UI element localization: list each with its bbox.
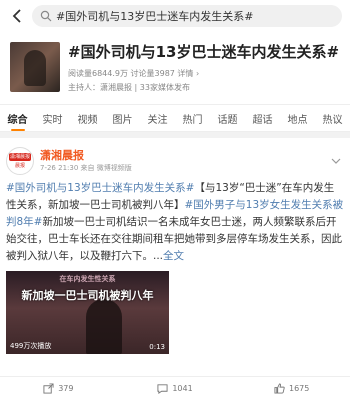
comment-button[interactable]: 1041 xyxy=(117,383,234,394)
avatar-logo-top: 潇湘晨报 xyxy=(9,153,31,161)
avatar[interactable]: 潇湘晨报 晨报 xyxy=(6,147,34,175)
hashtag-link[interactable]: #国外司机与13岁巴士迷车内发生关系# xyxy=(6,182,194,194)
author-name[interactable]: 潇湘晨报 xyxy=(40,149,328,163)
search-bar: #国外司机与13岁巴士迷车内发生关系# xyxy=(0,0,350,32)
tab-topics[interactable]: 话题 xyxy=(218,107,238,130)
topic-stats[interactable]: 阅读量6844.9万 讨论量3987 详情 › xyxy=(68,68,340,79)
comment-count: 1041 xyxy=(172,383,193,393)
tab-video[interactable]: 视频 xyxy=(78,107,98,130)
topic-thumbnail xyxy=(10,42,60,92)
tab-images[interactable]: 图片 xyxy=(113,107,133,130)
search-icon xyxy=(40,10,52,22)
tab-following[interactable]: 关注 xyxy=(148,107,168,130)
share-count: 379 xyxy=(58,383,74,393)
comment-icon xyxy=(157,383,168,394)
action-bar: 379 1041 1675 xyxy=(0,376,350,399)
video-top-text: 在车内发生性关系 xyxy=(59,275,116,283)
tab-bar: 综合 实时 视频 图片 关注 热门 话题 超话 地点 热议 xyxy=(0,104,350,132)
search-input[interactable]: #国外司机与13岁巴士迷车内发生关系# xyxy=(32,5,342,27)
avatar-logo-bottom: 晨报 xyxy=(14,163,25,169)
video-player[interactable]: 在车内发生性关系 新加坡一巴士司机被判八年 499万次播放 0:13 xyxy=(6,271,169,354)
tab-location[interactable]: 地点 xyxy=(288,107,308,130)
tab-hot[interactable]: 热门 xyxy=(183,107,203,130)
back-icon[interactable] xyxy=(8,7,26,25)
tab-comprehensive[interactable]: 综合 xyxy=(8,107,28,131)
like-button[interactable]: 1675 xyxy=(233,382,350,394)
tab-realtime[interactable]: 实时 xyxy=(43,107,63,130)
video-figure xyxy=(86,299,122,354)
post-meta: 7-26 21:30 来自 微博视频版 xyxy=(40,164,132,172)
thumbs-up-icon xyxy=(274,382,285,394)
search-query: #国外司机与13岁巴士迷车内发生关系# xyxy=(56,10,254,23)
topic-header: #国外司机与13岁巴士迷车内发生关系# 阅读量6844.9万 讨论量3987 详… xyxy=(0,32,350,104)
full-text-link[interactable]: 全文 xyxy=(163,250,184,262)
chevron-down-icon[interactable] xyxy=(328,155,344,167)
topic-title: #国外司机与13岁巴士迷车内发生关系# xyxy=(68,43,340,61)
topic-host: 主持人：潇湘晨报 | 33家媒体发布 xyxy=(68,83,190,92)
video-title: 新加坡一巴士司机被判八年 xyxy=(21,289,154,302)
share-icon xyxy=(43,382,54,394)
share-button[interactable]: 379 xyxy=(0,382,117,394)
video-play-count: 499万次播放 xyxy=(10,342,52,350)
tab-discussion[interactable]: 热议 xyxy=(323,107,343,130)
post-card: 潇湘晨报 晨报 潇湘晨报 7-26 21:30 来自 微博视频版 #国外司机与1… xyxy=(0,138,350,376)
like-count: 1675 xyxy=(289,383,310,393)
post-text: #国外司机与13岁巴士迷车内发生关系#【与13岁“巴士迷”在车内发生性关系，新加… xyxy=(6,180,344,265)
tab-supertopic[interactable]: 超话 xyxy=(253,107,273,130)
video-duration: 0:13 xyxy=(149,343,165,351)
